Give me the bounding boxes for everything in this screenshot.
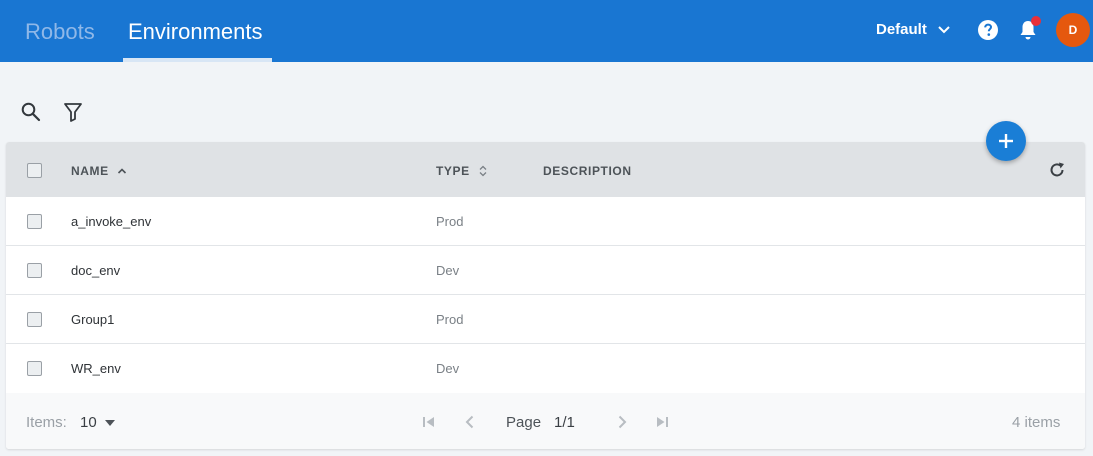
filter-icon[interactable]	[62, 101, 84, 123]
table-footer: Items: 10 Page 1/1 4 items	[6, 393, 1085, 449]
table-row[interactable]: Group1 Prod	[6, 295, 1085, 344]
top-app-bar: Robots Environments Default D	[0, 0, 1093, 62]
refresh-icon[interactable]	[1047, 160, 1067, 180]
page-number: 1/1	[554, 414, 575, 431]
environments-table: NAME TYPE DESCRIPTION a_invoke_env Prod …	[6, 142, 1085, 449]
row-checkbox[interactable]	[27, 312, 42, 327]
column-type-label: TYPE	[436, 164, 470, 178]
tab-robots[interactable]: Robots	[25, 19, 95, 49]
table-row[interactable]: a_invoke_env Prod	[6, 197, 1085, 246]
notification-badge	[1031, 16, 1041, 26]
caret-down-icon	[104, 419, 115, 426]
cell-name: doc_env	[71, 263, 121, 278]
cell-type: Dev	[436, 263, 460, 278]
last-page-icon[interactable]	[653, 413, 671, 431]
active-tab-indicator	[123, 58, 272, 62]
first-page-icon[interactable]	[420, 413, 438, 431]
column-header-description[interactable]: DESCRIPTION	[543, 164, 632, 178]
table-row[interactable]: WR_env Dev	[6, 344, 1085, 393]
sort-ascending-icon	[117, 168, 126, 174]
cell-type: Prod	[436, 312, 464, 327]
tenant-selector[interactable]: Default	[876, 21, 951, 38]
search-icon[interactable]	[20, 101, 42, 123]
next-page-icon[interactable]	[613, 413, 631, 431]
cell-name: WR_env	[71, 361, 121, 376]
plus-icon	[999, 134, 1013, 148]
table-row[interactable]: doc_env Dev	[6, 246, 1085, 295]
previous-page-icon[interactable]	[461, 413, 479, 431]
items-per-page-select[interactable]: 10	[80, 414, 115, 431]
add-environment-button[interactable]	[986, 121, 1026, 161]
row-checkbox[interactable]	[27, 214, 42, 229]
column-header-type[interactable]: TYPE	[436, 164, 488, 178]
avatar[interactable]: D	[1056, 13, 1090, 47]
row-checkbox[interactable]	[27, 263, 42, 278]
cell-name: Group1	[71, 312, 115, 327]
cell-name: a_invoke_env	[71, 214, 152, 229]
table-header: NAME TYPE DESCRIPTION	[6, 142, 1085, 197]
sort-icon	[479, 165, 487, 177]
cell-type: Dev	[436, 361, 460, 376]
column-header-name[interactable]: NAME	[71, 164, 127, 178]
tab-environments[interactable]: Environments	[128, 19, 263, 49]
cell-type: Prod	[436, 214, 464, 229]
tenant-label: Default	[876, 21, 927, 38]
help-icon[interactable]	[977, 19, 999, 41]
total-items-count: 4 items	[1012, 414, 1061, 431]
row-checkbox[interactable]	[27, 361, 42, 376]
page-label: Page	[506, 414, 542, 431]
column-description-label: DESCRIPTION	[543, 164, 632, 178]
items-per-page-value: 10	[80, 414, 97, 431]
items-per-page-label: Items:	[26, 414, 67, 431]
chevron-down-icon	[938, 25, 950, 33]
select-all-checkbox[interactable]	[27, 163, 42, 178]
column-name-label: NAME	[71, 164, 109, 178]
